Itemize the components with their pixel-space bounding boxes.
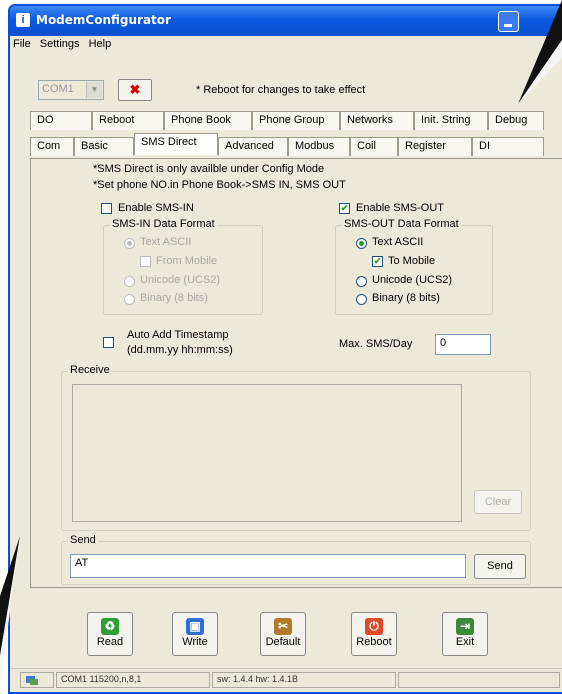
tab-networks[interactable]: Networks [340, 111, 414, 130]
from-mobile-label: From Mobile [156, 255, 218, 267]
out-binary-radio[interactable] [356, 294, 367, 305]
enable-sms-in-label: Enable SMS-IN [118, 202, 194, 214]
clear-receive-button[interactable]: Clear [474, 490, 522, 514]
com-port-value: COM1 [42, 83, 74, 95]
sms-in-format-group: SMS-IN Data Format Text ASCII From Mobil… [103, 218, 263, 315]
out-text-ascii-label: Text ASCII [372, 236, 424, 248]
tab-basic[interactable]: Basic [74, 137, 134, 156]
enable-sms-in-checkbox[interactable] [101, 203, 112, 214]
com-port-select[interactable]: COM1 ▼ [38, 80, 104, 100]
in-unicode-label: Unicode (UCS2) [140, 274, 221, 286]
out-binary-label: Binary (8 bits) [372, 292, 440, 304]
sms-direct-panel: *SMS Direct is only availble under Confi… [30, 158, 562, 588]
in-binary-radio[interactable] [124, 294, 135, 305]
tab-init-string[interactable]: Init. String [414, 111, 488, 130]
sms-out-format-group: SMS-OUT Data Format Text ASCII ✔ To Mobi… [335, 218, 493, 315]
tab-di[interactable]: DI [472, 137, 544, 156]
tab-com[interactable]: Com [30, 137, 74, 156]
clear-button[interactable]: ✖ [118, 79, 152, 101]
sms-out-format-label: SMS-OUT Data Format [342, 218, 461, 230]
menu-file[interactable]: File [10, 36, 34, 52]
receive-label: Receive [68, 364, 112, 376]
exit-door-icon: ⇥ [456, 618, 474, 635]
menu-bar: File Settings Help [10, 36, 114, 54]
exit-label: Exit [455, 636, 475, 648]
recycle-icon: ♻ [101, 618, 119, 635]
out-unicode-label: Unicode (UCS2) [372, 274, 453, 286]
menu-help[interactable]: Help [86, 36, 115, 52]
enable-sms-out-label: Enable SMS-OUT [356, 202, 445, 214]
exit-button[interactable]: ⇥ Exit [442, 612, 488, 656]
tab-phone-group[interactable]: Phone Group [252, 111, 340, 130]
computer-icon: ▣ [186, 618, 204, 635]
max-sms-input[interactable]: 0 [435, 334, 491, 355]
in-binary-label: Binary (8 bits) [140, 292, 208, 304]
auto-timestamp-checkbox[interactable] [103, 337, 114, 348]
window-title: ModemConfigurator [36, 13, 171, 27]
app-window: i ModemConfigurator File Settings Help C… [8, 4, 562, 694]
reboot-button[interactable]: ⏻ Reboot [351, 612, 397, 656]
in-text-ascii-label: Text ASCII [140, 236, 192, 248]
read-label: Read [96, 636, 124, 648]
to-mobile-label: To Mobile [388, 255, 436, 267]
power-icon: ⏻ [365, 618, 383, 635]
receive-textarea[interactable] [72, 384, 462, 522]
send-group: Send AT Send [61, 534, 531, 585]
auto-timestamp-label: Auto Add Timestamp [127, 329, 229, 341]
tab-advanced[interactable]: Advanced [218, 137, 288, 156]
enable-sms-out-checkbox[interactable]: ✔ [339, 203, 350, 214]
tab-coil[interactable]: Coil [350, 137, 398, 156]
in-text-ascii-radio[interactable] [124, 238, 135, 249]
tab-debug[interactable]: Debug [488, 111, 544, 130]
default-button[interactable]: ✂ Default [260, 612, 306, 656]
arrow-overlay-top-right [518, 0, 562, 104]
receive-group: Receive Clear [61, 364, 531, 531]
write-button[interactable]: ▣ Write [172, 612, 218, 656]
reboot-note: * Reboot for changes to take effect [196, 84, 366, 96]
title-bar: i ModemConfigurator [10, 6, 562, 36]
default-label: Default [265, 636, 301, 648]
sms-note-1: *SMS Direct is only availble under Confi… [93, 163, 325, 175]
out-unicode-radio[interactable] [356, 276, 367, 287]
max-sms-label: Max. SMS/Day [339, 338, 413, 350]
reboot-label: Reboot [356, 636, 392, 648]
tab-register[interactable]: Register [398, 137, 472, 156]
tab-sms-direct[interactable]: SMS Direct [134, 133, 218, 155]
app-icon: i [16, 13, 30, 27]
tools-icon: ✂ [274, 618, 292, 635]
tab-modbus[interactable]: Modbus [288, 137, 350, 156]
send-button[interactable]: Send [474, 554, 526, 579]
in-unicode-radio[interactable] [124, 276, 135, 287]
menu-settings[interactable]: Settings [37, 36, 83, 52]
read-button[interactable]: ♻ Read [87, 612, 133, 656]
sms-in-format-label: SMS-IN Data Format [110, 218, 217, 230]
send-label: Send [68, 534, 98, 546]
status-bar: COM1 115200,n,8,1 sw: 1.4.4 hw: 1.4.1B [10, 668, 562, 691]
tab-do[interactable]: DO [30, 111, 92, 130]
send-input[interactable]: AT [70, 554, 466, 578]
arrow-overlay-bottom-left [0, 536, 20, 686]
tab-phone-book[interactable]: Phone Book [164, 111, 252, 130]
timestamp-format-label: (dd.mm.yy hh:mm:ss) [127, 344, 233, 356]
write-label: Write [182, 636, 208, 648]
out-text-ascii-radio[interactable] [356, 238, 367, 249]
from-mobile-checkbox[interactable] [140, 256, 151, 267]
chevron-down-icon[interactable]: ▼ [86, 82, 102, 98]
to-mobile-checkbox[interactable]: ✔ [372, 256, 383, 267]
sms-note-2: *Set phone NO.in Phone Book->SMS IN, SMS… [93, 179, 346, 191]
tab-reboot[interactable]: Reboot [92, 111, 164, 130]
